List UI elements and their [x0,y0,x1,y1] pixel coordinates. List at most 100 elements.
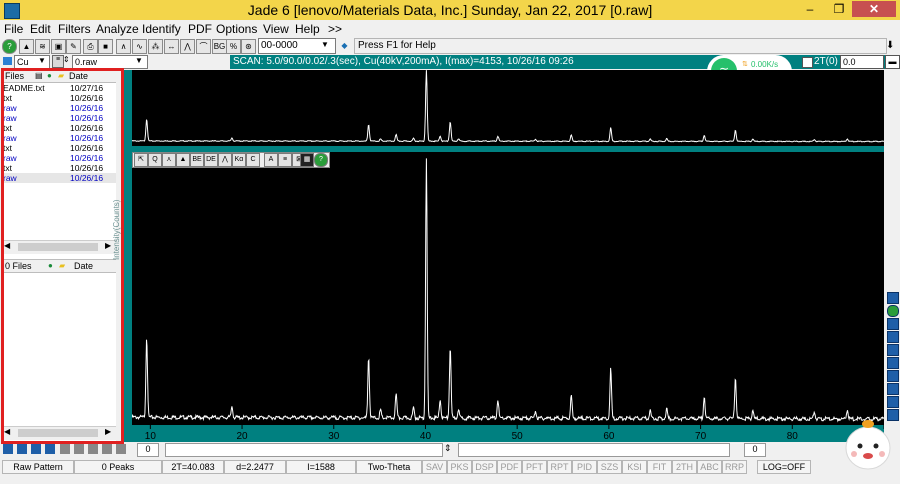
tab-pdf[interactable]: PDF [497,460,522,474]
menu-analyze[interactable]: Analyze [96,22,139,36]
tab-pid[interactable]: PID [572,460,597,474]
tab-rrp[interactable]: RRP [722,460,747,474]
open-folder-icon[interactable]: ▣ [51,39,66,54]
file-row[interactable]: raw 10/26/16 [2,153,116,163]
tool-icon[interactable] [60,444,70,454]
file-row[interactable]: txt 10/26/16 [2,163,116,173]
two-theta-checkbox[interactable] [802,57,813,68]
tab-szs[interactable]: SZS [597,460,622,474]
close-button[interactable]: ✕ [852,1,896,17]
spin-icon[interactable]: ⇕ [63,55,70,64]
droplet-icon[interactable]: ◆ [338,39,351,52]
tab-pks[interactable]: PKS [447,460,472,474]
peaks-icon[interactable]: ⋀ [180,39,195,54]
tab-sav[interactable]: SAV [422,460,447,474]
scale-down-icon[interactable] [887,383,899,395]
tab-ksi[interactable]: KSI [622,460,647,474]
tab-abc[interactable]: ABC [697,460,722,474]
print-icon[interactable]: ⎙ [83,39,98,54]
file-row[interactable]: raw 10/26/16 [2,103,116,113]
lines-icon[interactable]: ≡ [278,153,292,167]
menu-filters[interactable]: Filters [58,22,91,36]
lower-date-header[interactable]: Date [74,260,93,272]
calibrate-icon[interactable]: C [246,153,260,167]
file-row[interactable]: raw 10/26/16 [2,173,116,183]
tool-icon[interactable] [74,444,84,454]
be-icon[interactable]: BE [190,153,204,167]
scroll-thumb[interactable] [18,243,98,251]
step-back-icon[interactable] [17,444,27,454]
date-column-header[interactable]: Date [69,70,88,82]
zoom-icon[interactable]: Q [148,153,162,167]
refresh-icon[interactable]: ● [47,70,52,82]
tab-rpt[interactable]: RPT [547,460,572,474]
menu-more[interactable]: >> [328,22,342,36]
scale-up-icon[interactable] [887,370,899,382]
panel-toggle-icon[interactable]: ▬ [885,55,900,69]
lower-horizontal-scrollbar[interactable]: ◀ ▶ [2,426,116,440]
scroll-left-icon[interactable]: ◀ [4,241,10,250]
tab-fit[interactable]: FIT [647,460,672,474]
scroll-up-icon[interactable] [887,357,899,369]
scroll-right-icon[interactable]: ▶ [105,427,111,436]
menu-file[interactable]: File [4,22,23,36]
step-first-icon[interactable] [3,444,13,454]
log-mode[interactable]: LOG=OFF [757,460,811,474]
file-row[interactable]: txt 10/26/16 [2,123,116,133]
fill-peaks-icon[interactable]: ▲ [176,153,190,167]
pan-left-icon[interactable] [887,396,899,408]
pattern-combo[interactable] [165,443,443,457]
two-theta-input[interactable]: 0.0 [840,55,884,69]
zoom-in-icon[interactable] [887,292,899,304]
file-row[interactable]: EADME.txt 10/27/16 [2,83,116,93]
tool-icon[interactable] [116,444,126,454]
pin-icon[interactable]: ⬇ [886,40,894,51]
background-icon[interactable]: BG [212,39,227,54]
chart-tool-icon[interactable]: ▲ [19,39,34,54]
label-icon[interactable]: A [264,153,278,167]
overlay-combo[interactable] [458,443,730,457]
minimize-button[interactable]: – [796,1,824,17]
tool-icon[interactable] [102,444,112,454]
step-last-icon[interactable] [45,444,55,454]
chevron-down-icon[interactable]: ▼ [135,56,143,65]
step-forward-icon[interactable] [31,444,41,454]
menu-identify[interactable]: Identify [142,22,181,36]
scroll-left-icon[interactable]: ◀ [4,427,10,436]
strip-icon[interactable]: ↔ [164,39,179,54]
help-icon[interactable] [887,305,899,317]
de-icon[interactable]: DE [204,153,218,167]
main-chart[interactable] [132,152,884,425]
overlay-value[interactable]: 0 [744,443,766,457]
save-icon[interactable]: ■ [98,39,113,54]
chevron-down-icon[interactable]: ▼ [321,40,329,49]
maximize-button[interactable]: ❐ [825,1,853,17]
files-column-header[interactable]: Files [5,70,24,82]
scroll-top-icon[interactable] [887,344,899,356]
fit-icon[interactable]: ⌒ [196,39,211,54]
folder-icon[interactable]: ▰ [58,70,64,82]
scroll-thumb[interactable] [18,429,98,437]
search-match-icon[interactable]: ⊛ [241,39,256,54]
spin-icon[interactable]: ⇕ [444,443,452,454]
expand-icon[interactable] [887,318,899,330]
tab-pft[interactable]: PFT [522,460,547,474]
peak-marker-icon[interactable]: ⋏ [162,153,176,167]
folder-icon[interactable]: ▰ [59,260,65,272]
tab-dsp[interactable]: DSP [472,460,497,474]
menu-view[interactable]: View [263,22,289,36]
filter-icon[interactable]: ⁂ [148,39,163,54]
select-tool-icon[interactable]: ⇱ [134,153,148,167]
file-row[interactable]: raw 10/26/16 [2,133,116,143]
file-row[interactable]: raw 10/26/16 [2,113,116,123]
refresh-icon[interactable]: ● [48,260,53,272]
tab-2th[interactable]: 2TH [672,460,697,474]
horizontal-scrollbar[interactable]: ◀ ▶ [2,240,116,254]
overlay-icon[interactable]: ≋ [35,39,50,54]
file-row[interactable]: txt 10/26/16 [2,93,116,103]
menu-edit[interactable]: Edit [30,22,51,36]
chevron-down-icon[interactable]: ▼ [38,56,46,65]
file-row[interactable]: txt 10/26/16 [2,143,116,153]
compress-icon[interactable] [887,331,899,343]
grid-icon[interactable]: ▦ [300,153,314,167]
